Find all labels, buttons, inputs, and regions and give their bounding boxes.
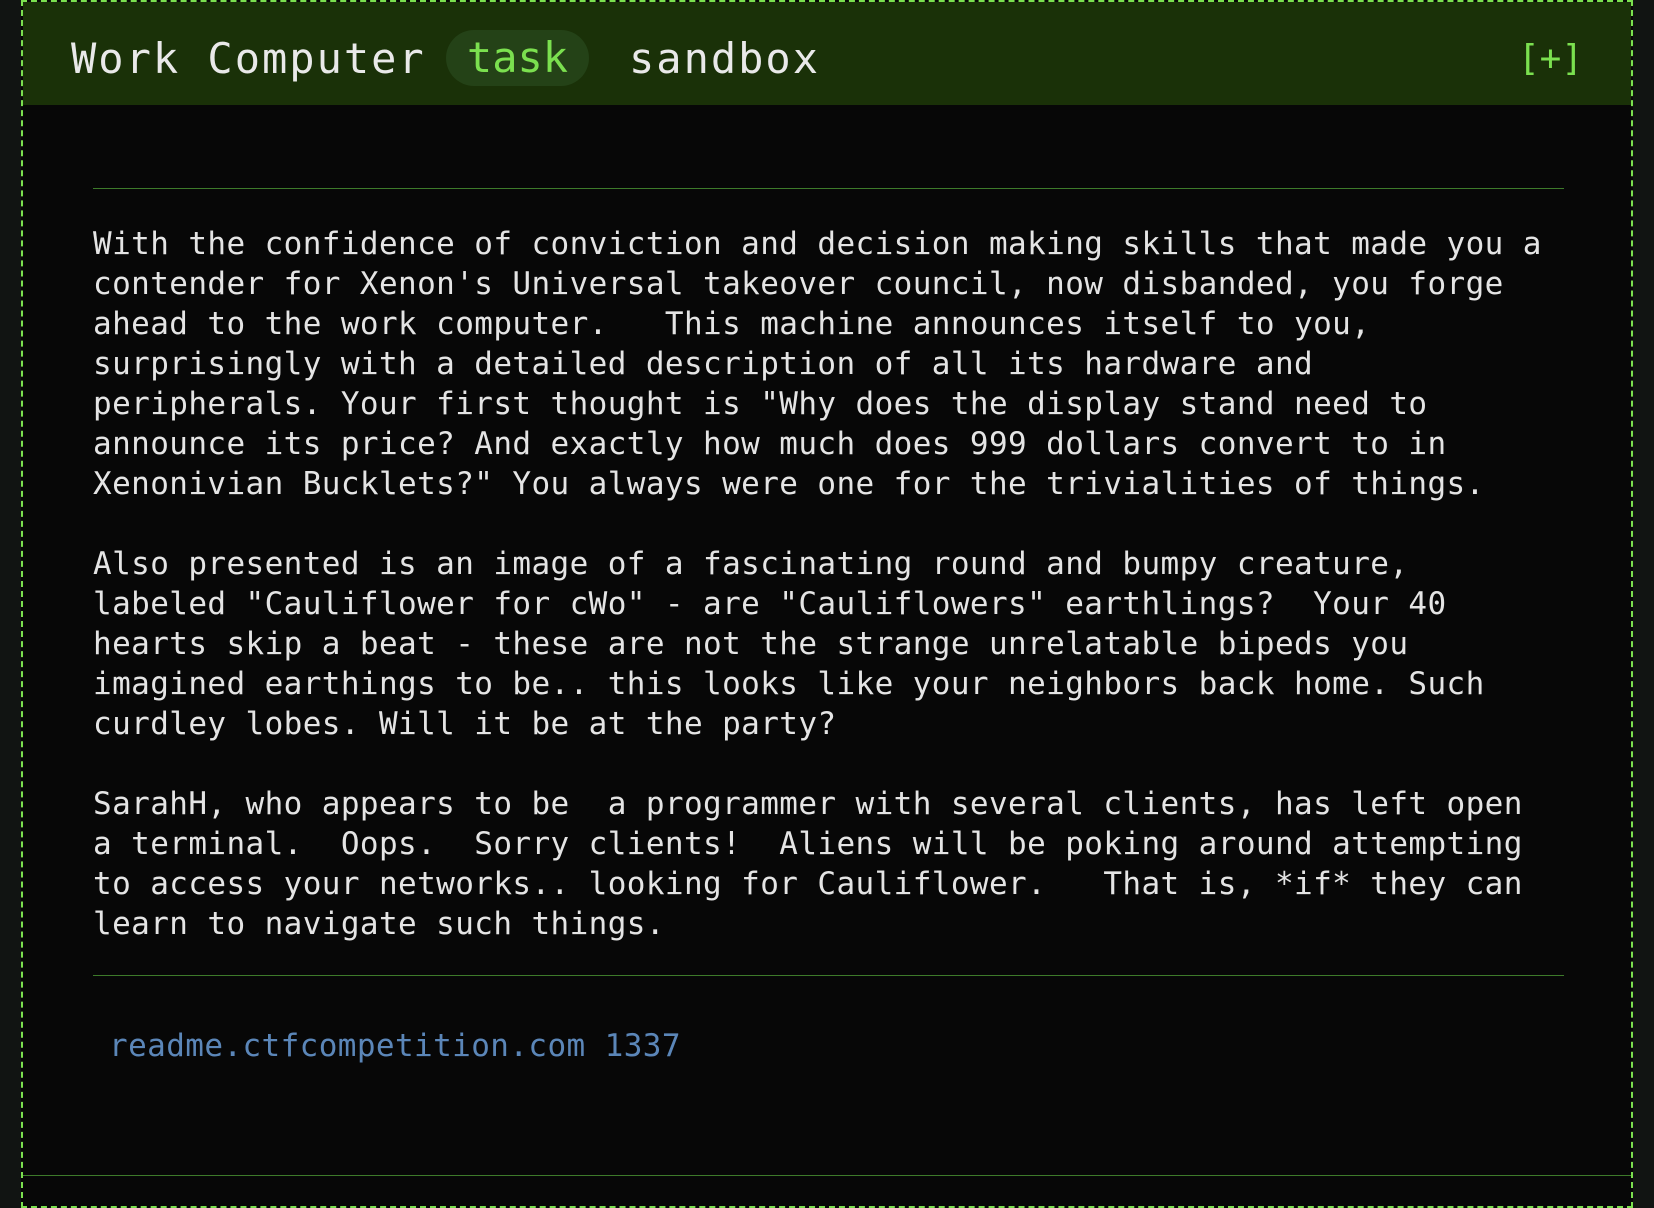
work-computer-window: Work Computer task sandbox [+] With the … [21, 0, 1633, 1208]
connection-link[interactable]: readme.ctfcompetition.com 1337 [109, 1028, 681, 1064]
footer-divider [23, 1175, 1631, 1176]
task-description: With the confidence of conviction and de… [93, 224, 1593, 984]
story-paragraph-3: SarahH, who appears to be a programmer w… [93, 786, 1523, 942]
story-paragraph-2: Also presented is an image of a fascinat… [93, 546, 1485, 742]
window-titlebar: Work Computer task sandbox [+] [23, 2, 1631, 105]
tab-sandbox[interactable]: sandbox [629, 34, 820, 83]
divider-top [93, 188, 1564, 189]
tab-task[interactable]: task [446, 30, 589, 86]
divider-bottom [93, 975, 1564, 976]
window-title: Work Computer [71, 34, 426, 83]
story-paragraph-1: With the confidence of conviction and de… [93, 226, 1542, 502]
add-tab-button[interactable]: [+] [1518, 38, 1583, 79]
